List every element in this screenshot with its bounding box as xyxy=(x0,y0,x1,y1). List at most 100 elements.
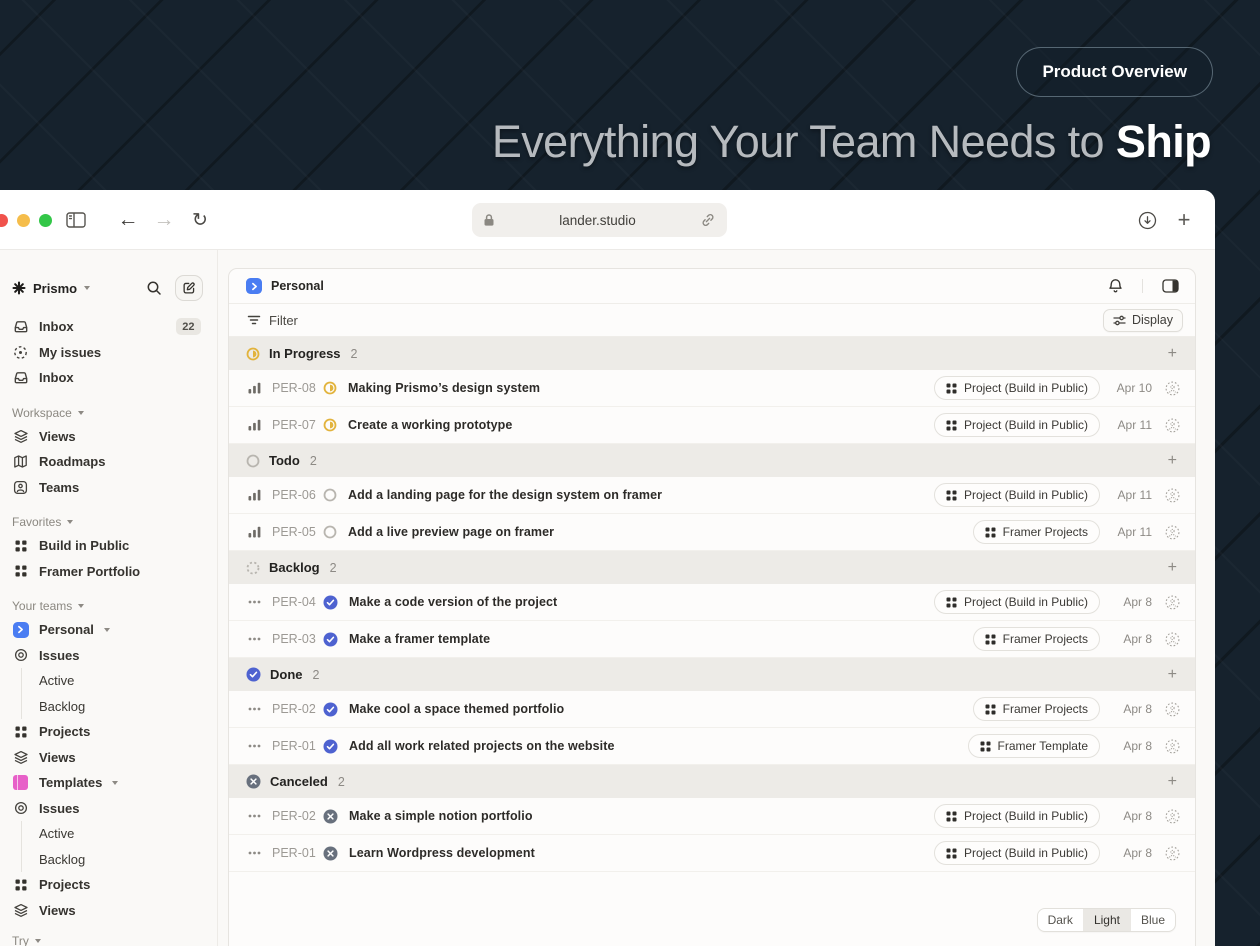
sidebar-item-projects[interactable]: Projects xyxy=(0,719,217,745)
new-issue-button[interactable] xyxy=(175,275,203,301)
sidebar-item-roadmaps[interactable]: Roadmaps xyxy=(0,449,217,475)
add-issue-icon[interactable]: + xyxy=(1168,559,1177,577)
assignee-avatar-icon[interactable] xyxy=(1165,525,1180,540)
priority-none-icon[interactable] xyxy=(247,744,261,748)
issue-row[interactable]: PER-01 Learn Wordpress development Proje… xyxy=(229,835,1195,872)
status-in-progress-icon[interactable] xyxy=(323,418,337,432)
address-bar[interactable]: lander.studio xyxy=(472,203,727,237)
issue-title[interactable]: Create a working prototype xyxy=(348,418,512,432)
sidebar-item-inbox[interactable]: Inbox 22 xyxy=(0,314,217,340)
issue-title[interactable]: Make cool a space themed portfolio xyxy=(349,702,564,716)
project-chip[interactable]: Project (Build in Public) xyxy=(933,483,1100,507)
sidebar-item-issues[interactable]: Issues xyxy=(0,796,217,822)
panel-layout-icon[interactable] xyxy=(1162,279,1179,293)
issue-row[interactable]: PER-07 Create a working prototype Projec… xyxy=(229,407,1195,444)
project-chip[interactable]: Framer Projects xyxy=(972,627,1100,651)
status-in-progress-icon[interactable] xyxy=(323,381,337,395)
sidebar-item-issues[interactable]: Issues xyxy=(0,643,217,669)
issue-title[interactable]: Add all work related projects on the web… xyxy=(349,739,615,753)
section-workspace[interactable]: Workspace xyxy=(0,402,217,424)
issue-title[interactable]: Make a code version of the project xyxy=(349,595,557,609)
section-your-teams[interactable]: Your teams xyxy=(0,595,217,617)
project-chip[interactable]: Framer Template xyxy=(967,734,1100,758)
theme-option-light[interactable]: Light xyxy=(1083,909,1131,931)
priority-high-icon[interactable] xyxy=(247,489,261,501)
project-chip[interactable]: Project (Build in Public) xyxy=(933,413,1100,437)
add-issue-icon[interactable]: + xyxy=(1168,773,1177,791)
issue-row[interactable]: PER-05 Add a live preview page on framer… xyxy=(229,514,1195,551)
bell-icon[interactable] xyxy=(1108,278,1123,294)
issue-row[interactable]: PER-04 Make a code version of the projec… xyxy=(229,584,1195,621)
display-button[interactable]: Display xyxy=(1103,308,1183,332)
priority-none-icon[interactable] xyxy=(247,600,261,604)
sidebar-item-active[interactable]: Active xyxy=(22,821,217,847)
issue-title[interactable]: Make a simple notion portfolio xyxy=(349,809,533,823)
issue-row[interactable]: PER-06 Add a landing page for the design… xyxy=(229,477,1195,514)
assignee-avatar-icon[interactable] xyxy=(1165,381,1180,396)
status-todo-icon[interactable] xyxy=(323,488,337,502)
assignee-avatar-icon[interactable] xyxy=(1165,595,1180,610)
sidebar-item-views[interactable]: Views xyxy=(0,424,217,450)
back-icon[interactable]: ← xyxy=(115,190,141,250)
status-done-icon[interactable] xyxy=(323,632,338,647)
status-canceled-icon[interactable] xyxy=(323,809,338,824)
assignee-avatar-icon[interactable] xyxy=(1165,739,1180,754)
sidebar-item-my-issues[interactable]: My issues xyxy=(0,340,217,366)
issue-title[interactable]: Make a framer template xyxy=(349,632,490,646)
issue-row[interactable]: PER-08 Making Prismo’s design system Pro… xyxy=(229,370,1195,407)
project-chip[interactable]: Project (Build in Public) xyxy=(933,376,1100,400)
sidebar-item-teams[interactable]: Teams xyxy=(0,475,217,501)
workspace-switcher[interactable]: Prismo xyxy=(0,273,217,303)
sidebar-item-active[interactable]: Active xyxy=(22,668,217,694)
add-issue-icon[interactable]: + xyxy=(1168,666,1177,684)
project-chip[interactable]: Project (Build in Public) xyxy=(933,804,1100,828)
issue-title[interactable]: Add a landing page for the design system… xyxy=(348,488,662,502)
status-done-icon[interactable] xyxy=(323,739,338,754)
project-chip[interactable]: Project (Build in Public) xyxy=(933,590,1100,614)
sidebar-team-templates[interactable]: Templates xyxy=(0,770,217,796)
new-tab-icon[interactable]: + xyxy=(1171,190,1197,250)
zoom-window-button[interactable] xyxy=(39,214,52,227)
project-chip[interactable]: Framer Projects xyxy=(972,520,1100,544)
priority-none-icon[interactable] xyxy=(247,851,261,855)
filter-label[interactable]: Filter xyxy=(269,313,298,328)
sidebar-item-framer-portfolio[interactable]: Framer Portfolio xyxy=(0,559,217,585)
minimize-window-button[interactable] xyxy=(17,214,30,227)
issue-title[interactable]: Learn Wordpress development xyxy=(349,846,535,860)
project-chip[interactable]: Project (Build in Public) xyxy=(933,841,1100,865)
theme-option-blue[interactable]: Blue xyxy=(1131,909,1175,931)
status-canceled-icon[interactable] xyxy=(323,846,338,861)
link-icon[interactable] xyxy=(700,212,716,228)
priority-none-icon[interactable] xyxy=(247,637,261,641)
sidebar-item-backlog[interactable]: Backlog xyxy=(22,694,217,720)
issue-row[interactable]: PER-03 Make a framer template Framer Pro… xyxy=(229,621,1195,658)
reload-icon[interactable]: ↻ xyxy=(187,190,213,250)
downloads-icon[interactable] xyxy=(1135,190,1159,250)
priority-none-icon[interactable] xyxy=(247,814,261,818)
sidebar-team-personal[interactable]: Personal xyxy=(0,617,217,643)
assignee-avatar-icon[interactable] xyxy=(1165,418,1180,433)
priority-high-icon[interactable] xyxy=(247,382,261,394)
browser-sidebar-toggle-icon[interactable] xyxy=(64,190,88,250)
add-issue-icon[interactable]: + xyxy=(1168,345,1177,363)
section-favorites[interactable]: Favorites xyxy=(0,511,217,533)
theme-option-dark[interactable]: Dark xyxy=(1038,909,1084,931)
priority-high-icon[interactable] xyxy=(247,419,261,431)
assignee-avatar-icon[interactable] xyxy=(1165,846,1180,861)
status-done-icon[interactable] xyxy=(323,595,338,610)
sidebar-item-backlog[interactable]: Backlog xyxy=(22,847,217,873)
sidebar-item-build-in-public[interactable]: Build in Public xyxy=(0,533,217,559)
add-issue-icon[interactable]: + xyxy=(1168,452,1177,470)
product-overview-badge[interactable]: Product Overview xyxy=(1016,47,1213,97)
status-todo-icon[interactable] xyxy=(323,525,337,539)
assignee-avatar-icon[interactable] xyxy=(1165,702,1180,717)
sidebar-item-views[interactable]: Views xyxy=(0,745,217,771)
assignee-avatar-icon[interactable] xyxy=(1165,488,1180,503)
section-try[interactable]: Try xyxy=(0,930,217,946)
priority-high-icon[interactable] xyxy=(247,526,261,538)
search-icon[interactable] xyxy=(146,280,162,296)
issue-title[interactable]: Add a live preview page on framer xyxy=(348,525,554,539)
issue-row[interactable]: PER-02 Make cool a space themed portfoli… xyxy=(229,691,1195,728)
sidebar-item-views[interactable]: Views xyxy=(0,898,217,924)
sidebar-item-inbox-2[interactable]: Inbox xyxy=(0,365,217,391)
